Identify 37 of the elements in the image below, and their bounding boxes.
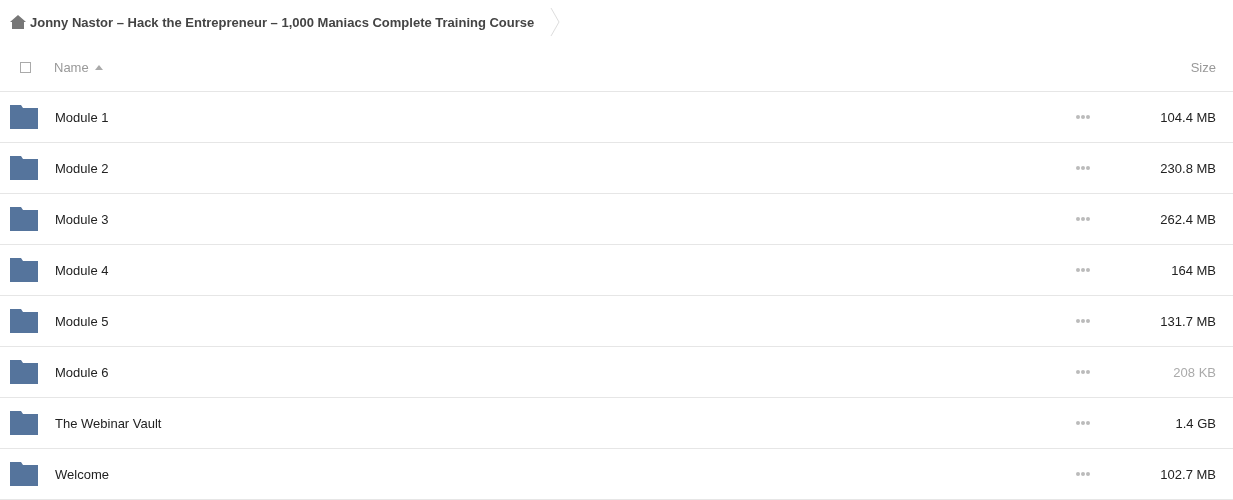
folder-name[interactable]: Welcome [55, 466, 109, 482]
folder-name[interactable]: Module 2 [55, 160, 109, 176]
breadcrumb-item[interactable]: Jonny Nastor – Hack the Entrepreneur – 1,000 Maniacs Complete Training Course [30, 14, 535, 30]
home-icon[interactable] [10, 15, 26, 29]
folder-name[interactable]: The Webinar Vault [55, 415, 162, 431]
sort-caret-icon [94, 65, 103, 70]
file-size: 230.8 MB [1159, 160, 1216, 176]
file-size: 1.4 GB [1174, 415, 1216, 431]
folder-icon [10, 156, 38, 180]
more-icon[interactable] [1076, 115, 1090, 119]
folder-icon [10, 360, 38, 384]
folder-name[interactable]: Module 6 [55, 364, 109, 380]
more-icon[interactable] [1076, 472, 1090, 476]
file-size: 164 MB [1170, 262, 1216, 278]
more-icon[interactable] [1076, 421, 1090, 425]
folder-name[interactable]: Module 4 [55, 262, 109, 278]
more-icon[interactable] [1076, 217, 1090, 221]
folder-icon [10, 462, 38, 486]
folder-name[interactable]: Module 5 [55, 313, 109, 329]
more-icon[interactable] [1076, 166, 1090, 170]
file-size: 104.4 MB [1159, 109, 1216, 125]
folder-icon [10, 411, 38, 435]
folder-name[interactable]: Module 3 [55, 211, 109, 227]
file-size: 131.7 MB [1159, 313, 1216, 329]
file-size: 262.4 MB [1159, 211, 1216, 227]
folder-icon [10, 309, 38, 333]
file-size: 102.7 MB [1159, 466, 1216, 482]
more-icon[interactable] [1076, 370, 1090, 374]
more-icon[interactable] [1076, 319, 1090, 323]
folder-icon [10, 207, 38, 231]
more-icon[interactable] [1076, 268, 1090, 272]
folder-name[interactable]: Module 1 [55, 109, 109, 125]
select-all-checkbox[interactable] [20, 62, 31, 73]
chevron-icon [550, 7, 561, 37]
file-size: 208 KB [1172, 364, 1216, 380]
folder-icon [10, 258, 38, 282]
folder-icon [10, 105, 38, 129]
